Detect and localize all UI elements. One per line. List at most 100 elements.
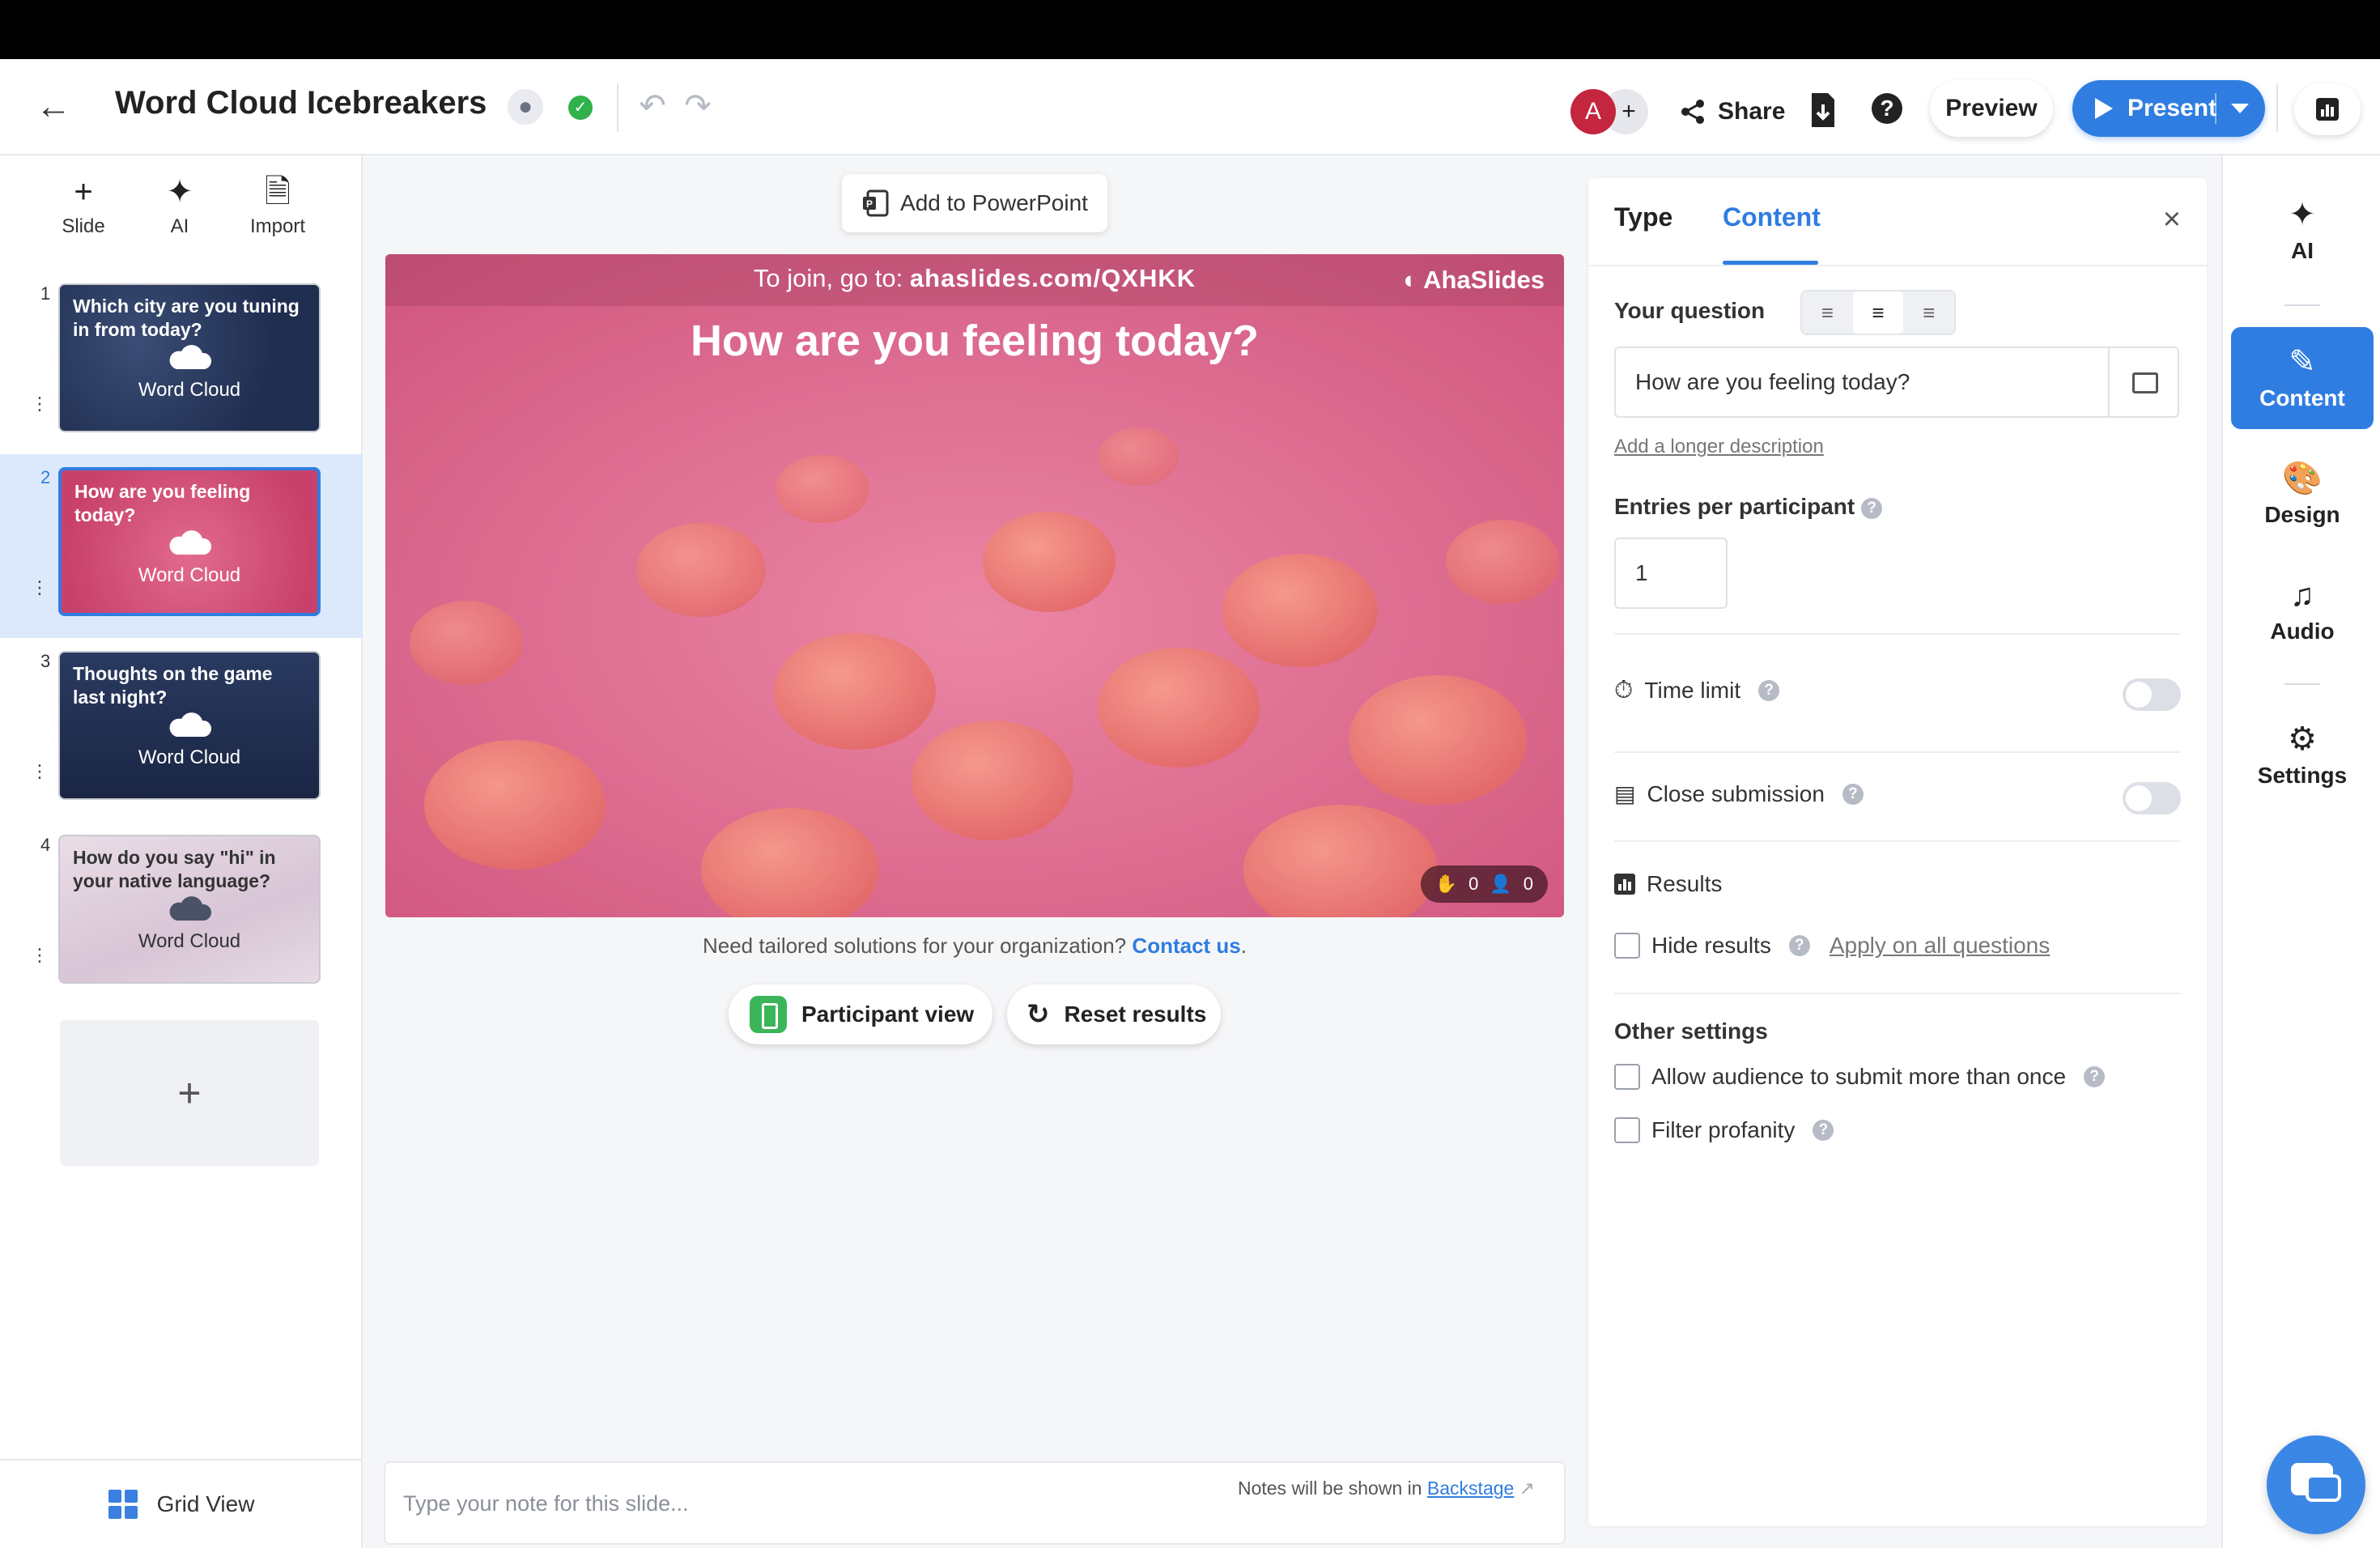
drag-handle-icon[interactable]: ⋮ — [31, 579, 49, 597]
external-link-icon: ↗ — [1519, 1478, 1535, 1499]
other-settings-heading: Other settings — [1614, 1019, 1768, 1044]
chat-icon: ▤ — [1614, 781, 1636, 806]
slide-item[interactable]: 1 ⋮ Which city are you tuning in from to… — [0, 270, 363, 454]
slide-thumbnail[interactable]: Which city are you tuning in from today?… — [58, 283, 321, 432]
close-icon[interactable]: × — [2163, 202, 2181, 237]
allow-multiple-checkbox[interactable] — [1614, 1064, 1640, 1090]
add-slide-tool[interactable]: + Slide — [39, 172, 128, 238]
slide-type-label: Word Cloud — [138, 564, 241, 586]
align-right-icon[interactable]: ≡ — [1903, 291, 1954, 334]
slide-thumbnail-title: Thoughts on the game last night? — [73, 663, 273, 708]
svg-text:P: P — [866, 198, 873, 210]
rail-design[interactable]: 🎨 Design — [2231, 444, 2374, 546]
grid-icon — [108, 1490, 138, 1519]
align-left-icon[interactable]: ≡ — [1802, 291, 1853, 334]
ai-tool[interactable]: ✦ AI — [135, 172, 224, 238]
add-description-link[interactable]: Add a longer description — [1614, 436, 1824, 458]
chat-support-button[interactable] — [2267, 1435, 2365, 1534]
filter-profanity-checkbox[interactable] — [1614, 1117, 1640, 1143]
help-icon[interactable]: ? — [1813, 1120, 1834, 1141]
drag-handle-icon[interactable]: ⋮ — [31, 946, 49, 964]
help-icon[interactable]: ? — [1788, 935, 1810, 956]
presentation-title[interactable]: Word Cloud Icebreakers — [115, 85, 487, 121]
image-upload-button[interactable] — [2108, 347, 2179, 418]
chevron-down-icon[interactable] — [2231, 104, 2249, 113]
rail-label: Settings — [2257, 763, 2348, 788]
help-icon[interactable]: ? — [1842, 783, 1864, 805]
rail-settings[interactable]: ⚙ Settings — [2231, 704, 2374, 806]
grid-view-button[interactable]: Grid View — [0, 1459, 363, 1548]
hide-results-row: Hide results ? Apply on all questions — [1614, 933, 2050, 959]
your-question-label: Your question — [1614, 298, 1766, 323]
help-icon[interactable]: ? — [1872, 93, 1902, 124]
hide-results-checkbox[interactable] — [1614, 933, 1640, 959]
avatar[interactable]: A — [1570, 89, 1616, 134]
rail-content[interactable]: ✎ Content — [2231, 327, 2374, 429]
contact-us-link[interactable]: Contact us — [1132, 933, 1240, 958]
close-submission-toggle[interactable] — [2123, 782, 2181, 814]
stopwatch-icon: ⏱ — [1614, 677, 1634, 704]
rail-ai[interactable]: ✦ AI — [2231, 180, 2374, 282]
question-input[interactable] — [1614, 347, 2110, 418]
download-icon[interactable] — [1808, 91, 1838, 129]
help-icon[interactable]: ? — [1861, 497, 1883, 519]
results-view-button[interactable] — [2294, 83, 2361, 135]
backstage-link[interactable]: Backstage — [1427, 1478, 1514, 1499]
add-to-powerpoint-button[interactable]: P Add to PowerPoint — [842, 174, 1107, 232]
slide-question-title[interactable]: How are you feeling today? — [385, 316, 1564, 366]
slide-canvas[interactable]: To join, go to: ahaslides.com/QXHKK ◐ Ah… — [385, 254, 1564, 917]
tab-content[interactable]: Content — [1723, 202, 1821, 232]
reset-results-button[interactable]: ↻ Reset results — [1007, 985, 1221, 1044]
drag-handle-icon[interactable]: ⋮ — [31, 395, 49, 413]
sparkle-icon: ✦ — [2289, 197, 2316, 232]
slide-item-active[interactable]: 2 ⋮ How are you feeling today? Word Clou… — [0, 454, 363, 638]
divider — [617, 83, 618, 132]
slide-thumbnail-title: Which city are you tuning in from today? — [73, 296, 300, 340]
slide-thumbnail-title: How do you say "hi" in your native langu… — [73, 847, 276, 891]
notes-input[interactable] — [403, 1487, 1132, 1520]
slide-notes: Notes will be shown in Backstage ↗ — [384, 1461, 1566, 1545]
slide-number: 1 — [40, 283, 51, 304]
share-button[interactable]: Share — [1679, 89, 1785, 134]
import-tool[interactable]: 🗎 Import — [233, 172, 322, 238]
slide-item[interactable]: 4 ⋮ How do you say "hi" in your native l… — [0, 822, 363, 1006]
divider — [2284, 304, 2320, 306]
align-center-icon[interactable]: ≡ — [1852, 291, 1904, 334]
divider — [1614, 993, 2181, 994]
close-submission-row: ▤ Close submission ? — [1614, 780, 1864, 807]
cloud-icon — [169, 712, 212, 737]
window-top-bar — [0, 0, 2380, 59]
slide-thumbnail[interactable]: How are you feeling today? Word Cloud — [58, 467, 321, 616]
brand-name: AhaSlides — [1423, 266, 1545, 294]
refresh-icon: ↻ — [1026, 999, 1050, 1030]
present-button[interactable]: Present — [2072, 80, 2265, 137]
redo-icon[interactable]: ↷ — [682, 88, 714, 124]
tailored-suffix: . — [1240, 933, 1247, 958]
slide-thumbnail[interactable]: Thoughts on the game last night? Word Cl… — [58, 651, 321, 800]
undo-icon[interactable]: ↶ — [636, 88, 669, 124]
present-label: Present — [2127, 95, 2217, 121]
powerpoint-icon: P — [863, 189, 889, 217]
help-icon[interactable]: ? — [2084, 1066, 2106, 1087]
slide-item[interactable]: 3 ⋮ Thoughts on the game last night? Wor… — [0, 638, 363, 822]
preview-button[interactable]: Preview — [1930, 80, 2053, 137]
back-arrow-icon[interactable]: ← — [36, 87, 71, 127]
divider — [1614, 633, 2181, 635]
notes-hint-text: Notes will be shown in — [1237, 1478, 1422, 1499]
tab-type[interactable]: Type — [1614, 202, 1672, 232]
globe-icon[interactable]: ● — [508, 89, 543, 125]
bar-chart-icon — [2316, 98, 2339, 121]
apply-all-questions-link[interactable]: Apply on all questions — [1830, 933, 2050, 959]
slide-thumbnail[interactable]: How do you say "hi" in your native langu… — [58, 835, 321, 984]
participant-view-button[interactable]: Participant view — [729, 985, 992, 1044]
time-limit-toggle[interactable] — [2123, 678, 2181, 711]
add-slide-button[interactable]: + — [60, 1020, 319, 1166]
drag-handle-icon[interactable]: ⋮ — [31, 763, 49, 780]
entries-label-text: Entries per participant — [1614, 494, 1855, 519]
rail-audio[interactable]: ♫ Audio — [2231, 560, 2374, 662]
participants-count: 0 — [1523, 874, 1533, 894]
help-icon[interactable]: ? — [1758, 680, 1780, 701]
bar-chart-icon — [1614, 874, 1635, 895]
entries-input[interactable] — [1614, 538, 1728, 609]
filter-profanity-row: Filter profanity ? — [1614, 1117, 1834, 1143]
